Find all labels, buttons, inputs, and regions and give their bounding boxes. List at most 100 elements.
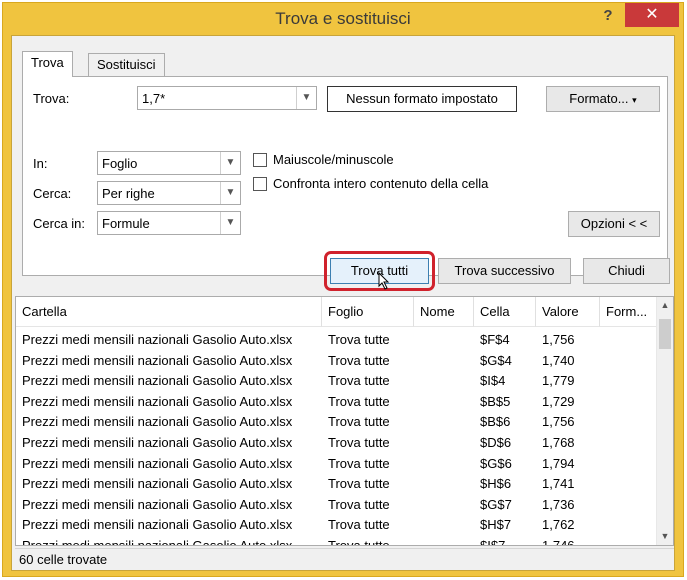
cell-address: $D$6 xyxy=(480,435,512,450)
cell-workbook: Prezzi medi mensili nazionali Gasolio Au… xyxy=(22,332,293,347)
table-row[interactable]: Prezzi medi mensili nazionali Gasolio Au… xyxy=(16,474,656,495)
cell-address: $G$7 xyxy=(480,496,512,512)
cell-workbook: Prezzi medi mensili nazionali Gasolio Au… xyxy=(22,373,293,389)
table-row[interactable]: Prezzi medi mensili nazionali Gasolio Au… xyxy=(16,515,656,536)
lookin-select[interactable]: Formule ▼ xyxy=(97,211,241,235)
table-row[interactable]: Prezzi medi mensili nazionali Gasolio Au… xyxy=(16,351,656,372)
cell-value: 1,740 xyxy=(542,352,575,368)
results-scrollbar[interactable]: ▲ ▼ xyxy=(656,297,673,545)
tab-find[interactable]: Trova xyxy=(22,51,73,77)
cell-value: 1,768 xyxy=(542,435,575,450)
tab-replace-label: Sostituisci xyxy=(97,57,156,72)
search-select[interactable]: Per righe ▼ xyxy=(97,181,241,205)
dialog-title: Trova e sostituisci xyxy=(275,9,411,28)
search-label: Cerca: xyxy=(33,186,72,201)
find-tab-panel: Trova: 1,7* ▼ Nessun formato impostato F… xyxy=(22,76,668,276)
format-button[interactable]: Formato... ▾ xyxy=(546,86,660,112)
find-label: Trova: xyxy=(33,91,70,106)
column-header-sheet[interactable]: Foglio xyxy=(322,297,414,327)
cell-sheet: Trova tutte xyxy=(328,414,390,430)
in-select[interactable]: Foglio ▼ xyxy=(97,151,241,175)
match-case-label: Maiuscole/minuscole xyxy=(273,152,394,167)
status-text: 60 celle trovate xyxy=(19,552,108,567)
cell-sheet: Trova tutte xyxy=(328,393,390,409)
cell-value: 1,746 xyxy=(542,538,575,546)
chevron-down-icon: ▾ xyxy=(632,95,637,105)
chevron-up-icon[interactable]: ▲ xyxy=(657,297,673,314)
cell-workbook: Prezzi medi mensili nazionali Gasolio Au… xyxy=(22,455,293,471)
column-header-cell[interactable]: Cella xyxy=(474,297,536,327)
cell-workbook: Prezzi medi mensili nazionali Gasolio Au… xyxy=(22,517,293,533)
cell-address: $G$4 xyxy=(480,352,512,368)
lookin-label: Cerca in: xyxy=(33,216,86,231)
table-row[interactable]: Prezzi medi mensili nazionali Gasolio Au… xyxy=(16,330,656,351)
cell-value: 1,729 xyxy=(542,393,575,409)
match-entire-checkbox[interactable] xyxy=(253,177,267,191)
find-next-button[interactable]: Trova successivo xyxy=(438,258,571,284)
find-input-value: 1,7* xyxy=(142,91,166,106)
cell-workbook: Prezzi medi mensili nazionali Gasolio Au… xyxy=(22,393,293,409)
cell-sheet: Trova tutte xyxy=(328,332,390,347)
cell-sheet: Trova tutte xyxy=(328,373,390,389)
column-header-value[interactable]: Valore xyxy=(536,297,600,327)
table-row[interactable]: Prezzi medi mensili nazionali Gasolio Au… xyxy=(16,371,656,392)
cell-address: $B$5 xyxy=(480,393,511,409)
search-select-value: Per righe xyxy=(102,186,155,201)
column-header-workbook[interactable]: Cartella xyxy=(16,297,322,327)
format-status: Nessun formato impostato xyxy=(327,86,517,112)
cell-address: $I$4 xyxy=(480,373,506,389)
cell-workbook: Prezzi medi mensili nazionali Gasolio Au… xyxy=(22,538,293,546)
close-button[interactable]: Chiudi xyxy=(583,258,670,284)
column-header-name[interactable]: Nome xyxy=(414,297,474,327)
results-list[interactable]: Cartella Foglio Nome Cella Valore Form..… xyxy=(15,296,674,546)
cell-sheet: Trova tutte xyxy=(328,496,390,512)
column-header-formula[interactable]: Form... xyxy=(600,297,658,327)
find-replace-dialog: Trova e sostituisci ? ✕ Trova Sostituisc… xyxy=(2,2,684,577)
title-bar: Trova e sostituisci ? ✕ xyxy=(3,3,683,35)
chevron-down-icon[interactable]: ▼ xyxy=(220,212,240,234)
cell-sheet: Trova tutte xyxy=(328,476,390,492)
cell-value: 1,779 xyxy=(542,373,575,389)
cell-workbook: Prezzi medi mensili nazionali Gasolio Au… xyxy=(22,496,293,512)
cell-value: 1,741 xyxy=(542,476,575,492)
table-row[interactable]: Prezzi medi mensili nazionali Gasolio Au… xyxy=(16,454,656,475)
match-entire-label: Confronta intero contenuto della cella xyxy=(273,176,489,191)
cell-address: $B$6 xyxy=(480,414,511,430)
cell-workbook: Prezzi medi mensili nazionali Gasolio Au… xyxy=(22,476,293,492)
cell-address: $F$4 xyxy=(480,332,510,347)
cell-workbook: Prezzi medi mensili nazionali Gasolio Au… xyxy=(22,352,293,368)
table-row[interactable]: Prezzi medi mensili nazionali Gasolio Au… xyxy=(16,495,656,516)
close-window-button[interactable]: ✕ xyxy=(625,3,679,27)
cell-sheet: Trova tutte xyxy=(328,517,390,533)
tab-replace[interactable]: Sostituisci xyxy=(88,53,165,76)
chevron-down-icon[interactable]: ▼ xyxy=(657,528,673,545)
cell-address: $H$7 xyxy=(480,517,512,533)
cell-sheet: Trova tutte xyxy=(328,352,390,368)
chevron-down-icon[interactable]: ▼ xyxy=(220,152,240,174)
mouse-cursor-icon xyxy=(378,272,390,290)
cell-sheet: Trova tutte xyxy=(328,538,390,546)
cell-workbook: Prezzi medi mensili nazionali Gasolio Au… xyxy=(22,414,293,430)
options-button[interactable]: Opzioni < < xyxy=(568,211,660,237)
table-row[interactable]: Prezzi medi mensili nazionali Gasolio Au… xyxy=(16,412,656,433)
table-row[interactable]: Prezzi medi mensili nazionali Gasolio Au… xyxy=(16,536,656,546)
chevron-down-icon[interactable]: ▼ xyxy=(220,182,240,204)
cell-sheet: Trova tutte xyxy=(328,455,390,471)
match-case-checkbox[interactable] xyxy=(253,153,267,167)
cell-value: 1,756 xyxy=(542,332,575,347)
in-label: In: xyxy=(33,156,48,171)
cell-address: $G$6 xyxy=(480,455,512,471)
cell-address: $I$7 xyxy=(480,538,506,546)
help-button[interactable]: ? xyxy=(595,6,621,28)
scrollbar-thumb[interactable] xyxy=(659,319,671,349)
table-row[interactable]: Prezzi medi mensili nazionali Gasolio Au… xyxy=(16,433,656,454)
find-input[interactable]: 1,7* ▼ xyxy=(137,86,317,110)
find-dropdown-icon[interactable]: ▼ xyxy=(296,87,316,109)
lookin-select-value: Formule xyxy=(102,216,150,231)
cell-value: 1,794 xyxy=(542,455,575,471)
tab-find-label: Trova xyxy=(31,55,64,70)
table-row[interactable]: Prezzi medi mensili nazionali Gasolio Au… xyxy=(16,392,656,413)
status-bar: 60 celle trovate xyxy=(15,548,674,570)
in-select-value: Foglio xyxy=(102,156,138,171)
cell-address: $H$6 xyxy=(480,476,512,492)
